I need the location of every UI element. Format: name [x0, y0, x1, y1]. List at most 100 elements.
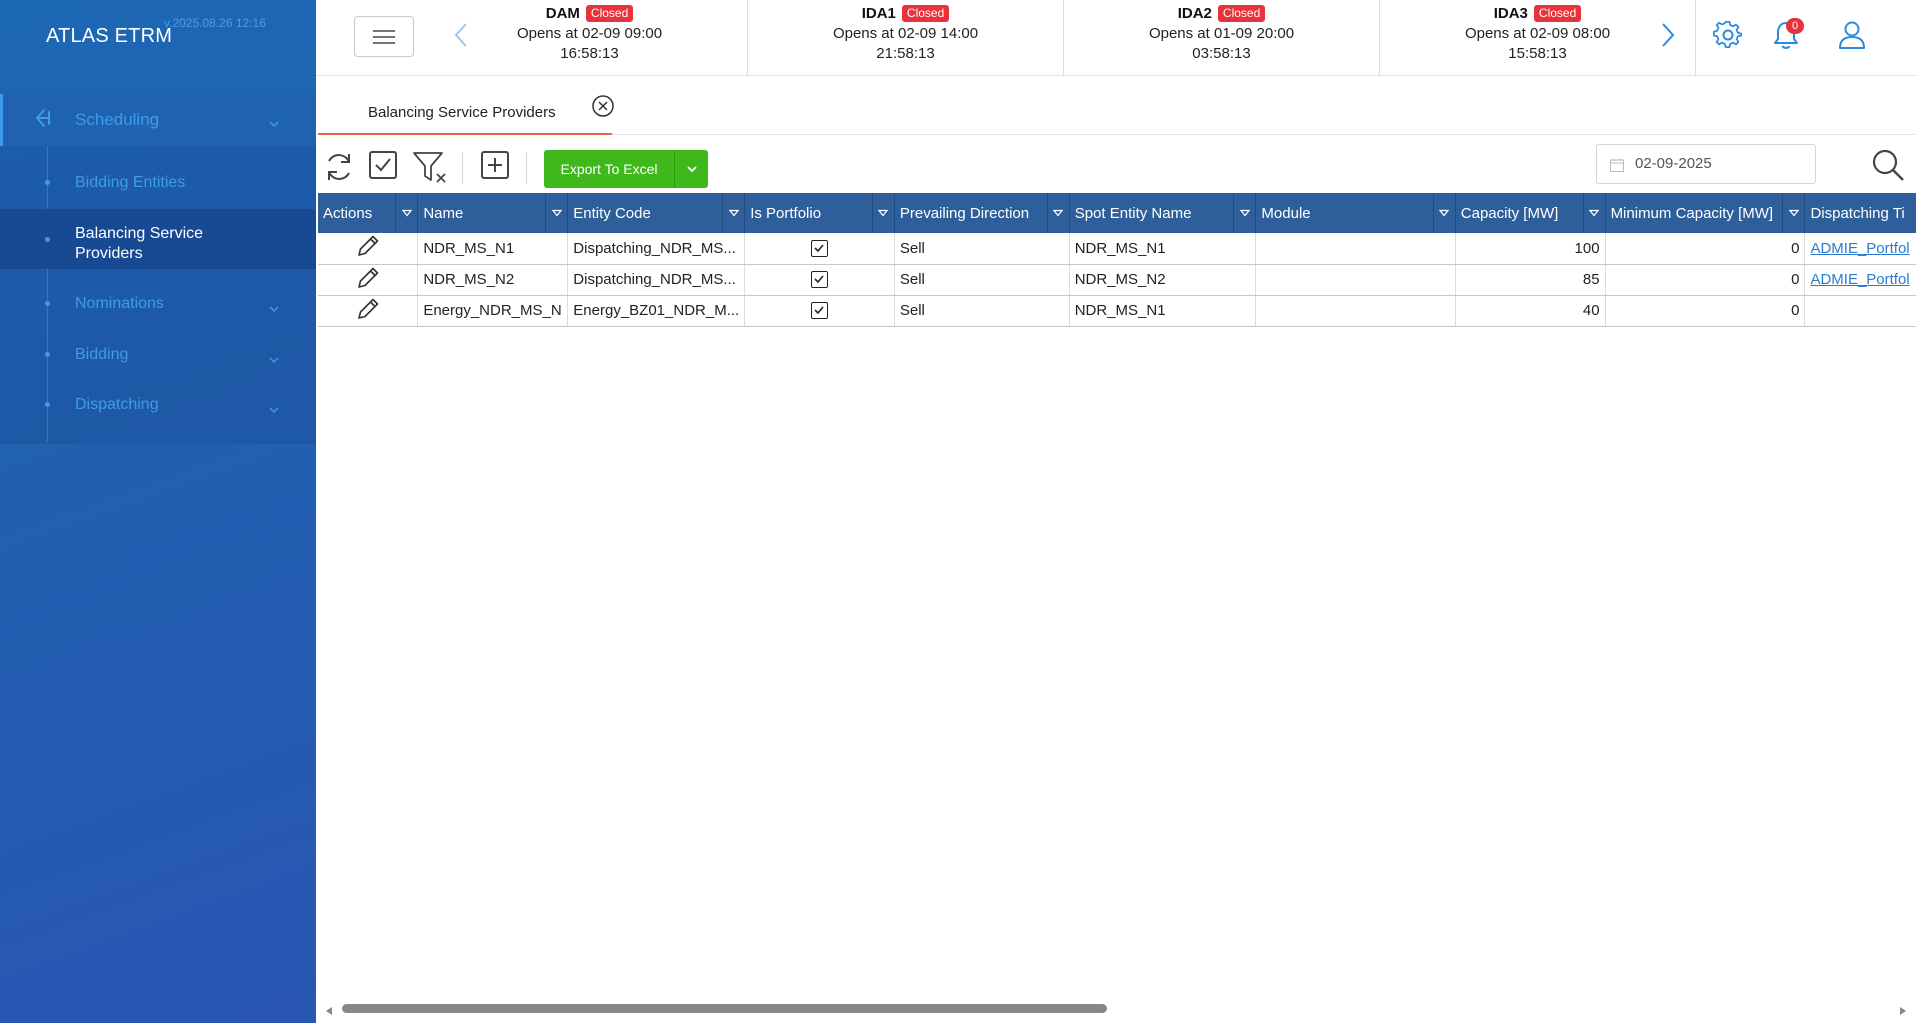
- cell-direction: Sell: [894, 233, 1070, 265]
- export-label: Export To Excel: [560, 161, 658, 177]
- caret-down-icon: [878, 209, 889, 217]
- table-row[interactable]: NDR_MS_N1 Dispatching_NDR_MS... Sell NDR…: [318, 233, 1916, 265]
- cell-is-portfolio[interactable]: [744, 233, 895, 265]
- cell-is-portfolio[interactable]: [744, 264, 895, 296]
- status-badge: Closed: [901, 5, 950, 22]
- sidebar-section-label: Scheduling: [75, 110, 160, 129]
- settings-button[interactable]: [1713, 20, 1743, 55]
- hamburger-menu-button[interactable]: [354, 16, 414, 57]
- sidebar-item-bidding-entities[interactable]: Bidding Entities: [0, 166, 316, 200]
- scroll-right-arrow-icon[interactable]: [1898, 1003, 1908, 1021]
- checkbox-icon: [369, 151, 397, 179]
- cell-module: [1255, 295, 1456, 327]
- column-header-label: Spot Entity Name: [1074, 204, 1192, 222]
- sidebar-item-dispatching[interactable]: Dispatching: [0, 388, 316, 422]
- toolbar-divider: [526, 152, 527, 184]
- cell-capacity: 85: [1455, 264, 1606, 296]
- column-header-entity-code[interactable]: Entity Code: [567, 193, 746, 233]
- sidebar-section-scheduling[interactable]: Scheduling: [0, 94, 316, 146]
- market-card-ida3[interactable]: IDA3 Closed Opens at 02-09 08:00 15:58:13: [1380, 0, 1696, 76]
- column-menu-button[interactable]: [1582, 193, 1605, 233]
- column-header-capacity[interactable]: Capacity [MW]: [1455, 193, 1606, 233]
- cell-spot-entity: NDR_MS_N1: [1069, 295, 1257, 327]
- clear-filters-button[interactable]: [412, 150, 448, 189]
- edit-row-button[interactable]: [318, 264, 419, 296]
- market-card-ida1[interactable]: IDA1 Closed Opens at 02-09 14:00 21:58:13: [748, 0, 1064, 76]
- caret-down-icon: [728, 209, 739, 217]
- column-menu-button[interactable]: [1233, 193, 1255, 233]
- sidebar-item-label: Bidding Entities: [75, 174, 186, 191]
- refresh-button[interactable]: [322, 150, 356, 189]
- column-menu-button[interactable]: [1782, 193, 1804, 233]
- search-button[interactable]: [1871, 148, 1905, 187]
- column-menu-button[interactable]: [545, 193, 567, 233]
- column-header-actions[interactable]: Actions: [318, 193, 419, 233]
- scroll-left-arrow-icon[interactable]: [324, 1003, 334, 1021]
- cell-min-capacity: 0: [1605, 295, 1806, 327]
- pencil-icon: [357, 235, 378, 257]
- edit-row-button[interactable]: [318, 233, 419, 265]
- column-menu-button[interactable]: [1432, 193, 1454, 233]
- table-row[interactable]: Energy_NDR_MS_N Energy_BZ01_NDR_M... Sel…: [318, 295, 1916, 327]
- column-menu-button[interactable]: [722, 193, 744, 233]
- next-market-button[interactable]: [1661, 22, 1675, 53]
- sidebar-item-label: Nominations: [75, 295, 164, 312]
- date-picker-field[interactable]: 02-09-2025: [1596, 144, 1816, 184]
- sidebar-item-bidding[interactable]: Bidding: [0, 338, 316, 372]
- column-header-dispatching[interactable]: Dispatching Ti: [1804, 193, 1916, 233]
- scrollbar-thumb[interactable]: [342, 1004, 1107, 1013]
- column-header-module[interactable]: Module: [1255, 193, 1456, 233]
- column-header-label: Minimum Capacity [MW]: [1610, 204, 1774, 222]
- nav-bullet: [45, 402, 50, 407]
- sidebar-item-label: Balancing Service Providers: [75, 225, 204, 262]
- column-header-label: Module: [1261, 204, 1311, 222]
- toolbar-divider: [462, 152, 463, 184]
- caret-down-icon: [1053, 209, 1064, 217]
- cell-min-capacity: 0: [1605, 233, 1806, 265]
- market-card-dam[interactable]: DAM Closed Opens at 02-09 09:00 16:58:13: [432, 0, 748, 76]
- chevron-right-icon: [1662, 23, 1675, 47]
- grid-table: Actions Name Entity Code Is Portfolio Pr…: [318, 193, 1916, 327]
- pencil-icon: [357, 298, 378, 319]
- caret-down-icon: [551, 209, 562, 217]
- column-header-spot-entity-name[interactable]: Spot Entity Name: [1069, 193, 1257, 233]
- column-menu-button[interactable]: [871, 193, 894, 233]
- tab-balancing-service-providers[interactable]: Balancing Service Providers: [318, 77, 615, 135]
- add-row-button[interactable]: [480, 150, 510, 185]
- refresh-icon: [328, 154, 350, 180]
- column-header-is-portfolio[interactable]: Is Portfolio: [744, 193, 895, 233]
- market-card-ida2[interactable]: IDA2 Closed Opens at 01-09 20:00 03:58:13: [1064, 0, 1380, 76]
- column-menu-button[interactable]: [395, 193, 417, 233]
- chevron-down-icon: [268, 351, 280, 369]
- back-arrow-icon[interactable]: [35, 107, 57, 134]
- table-row[interactable]: NDR_MS_N2 Dispatching_NDR_MS... Sell NDR…: [318, 264, 1916, 296]
- dispatching-link[interactable]: ADMIE_Portfol: [1810, 271, 1909, 288]
- cell-name: NDR_MS_N1: [417, 233, 569, 265]
- horizontal-scrollbar[interactable]: [318, 999, 1916, 1017]
- column-header-label: Prevailing Direction: [899, 204, 1030, 222]
- column-header-minimum-capacity[interactable]: Minimum Capacity [MW]: [1605, 193, 1806, 233]
- market-timer: 15:58:13: [1508, 45, 1567, 62]
- grid-header-row: Actions Name Entity Code Is Portfolio Pr…: [318, 193, 1916, 233]
- cell-is-portfolio[interactable]: [744, 295, 895, 327]
- column-header-prevailing-direction[interactable]: Prevailing Direction: [894, 193, 1070, 233]
- market-opens: Opens at 02-09 14:00: [832, 25, 979, 42]
- sidebar-item-balancing-service-providers[interactable]: Balancing Service Providers: [0, 209, 316, 269]
- select-all-button[interactable]: [368, 150, 398, 185]
- dispatching-link[interactable]: ADMIE_Portfol: [1810, 240, 1909, 257]
- app-title: ATLAS ETRM: [46, 25, 173, 47]
- cell-direction: Sell: [894, 264, 1070, 296]
- market-timer: 16:58:13: [560, 45, 619, 62]
- close-tab-button[interactable]: [591, 94, 615, 123]
- sidebar-item-nominations[interactable]: Nominations: [0, 287, 316, 321]
- nav-bullet: [45, 237, 50, 242]
- user-profile-button[interactable]: [1838, 20, 1866, 55]
- export-to-excel-button[interactable]: Export To Excel: [544, 150, 708, 188]
- notification-count-badge: 0: [1786, 18, 1804, 34]
- column-menu-button[interactable]: [1046, 193, 1069, 233]
- column-header-name[interactable]: Name: [417, 193, 569, 233]
- export-options-dropdown[interactable]: [674, 150, 708, 188]
- column-header-label: Dispatching Ti: [1810, 204, 1905, 222]
- edit-row-button[interactable]: [318, 295, 419, 327]
- cell-module: [1255, 233, 1456, 265]
